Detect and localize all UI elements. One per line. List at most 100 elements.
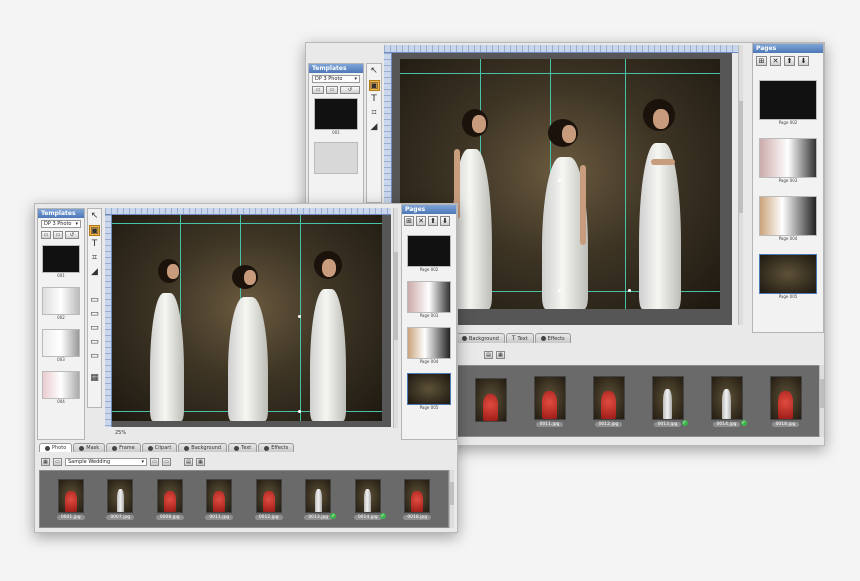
ruler-tool-icon[interactable]: ◢ <box>369 122 380 133</box>
photo-filename: 0008.jpg <box>155 514 184 520</box>
page-thumb[interactable]: Page 005 <box>407 373 451 410</box>
filmstrip-photo[interactable] <box>474 378 507 424</box>
resize-handle[interactable] <box>558 179 561 182</box>
tab-text[interactable]: T Text <box>505 333 534 343</box>
filmstrip-scrollbar[interactable] <box>449 470 454 528</box>
page-thumb[interactable]: Page 004 <box>759 196 817 241</box>
resize-handle[interactable] <box>298 410 301 413</box>
open-folder-icon[interactable]: ▭ <box>150 458 159 466</box>
ruler-tool-icon[interactable]: ◢ <box>89 267 100 278</box>
filmstrip-photo[interactable]: 0013.jpg ✓ <box>651 375 688 427</box>
move-down-icon[interactable]: ⬇ <box>440 216 450 226</box>
crop-tool-icon[interactable]: ⌗ <box>369 108 380 119</box>
print-icon[interactable]: ▤ <box>184 458 193 466</box>
delete-page-icon[interactable]: ✕ <box>770 56 781 66</box>
export-icon[interactable]: ▦ <box>496 351 505 359</box>
template-folder-button[interactable]: ▭ <box>41 231 51 239</box>
move-up-icon[interactable]: ⬆ <box>784 56 795 66</box>
tab-effects[interactable]: Effects <box>534 333 571 343</box>
tab-photo[interactable]: Photo <box>39 443 73 452</box>
page-thumb[interactable]: Page 003 <box>407 281 451 318</box>
layer-icon[interactable]: ▭ <box>89 295 100 306</box>
template-thumb[interactable]: 004 <box>42 371 80 404</box>
pointer-tool-icon[interactable]: ↖ <box>89 211 100 222</box>
template-folder-button[interactable]: ▭ <box>312 86 324 94</box>
grid-view-icon[interactable]: ▦ <box>41 458 50 466</box>
tab-label: Background <box>469 335 499 342</box>
image-tool-icon[interactable]: ▣ <box>89 225 100 236</box>
print-icon[interactable]: ▤ <box>484 351 493 359</box>
pointer-tool-icon[interactable]: ↖ <box>369 66 380 77</box>
page-list-back: Page 002 Page 003 Page 004 Page 005 <box>753 69 823 303</box>
horizontal-ruler-back <box>384 45 740 53</box>
tab-text[interactable]: Text <box>228 443 258 452</box>
filmstrip-photo[interactable]: 0011.jpg <box>205 478 234 520</box>
filmstrip-photo[interactable]: 0012.jpg <box>254 478 283 520</box>
crop-tool-icon[interactable]: ⌗ <box>89 253 100 264</box>
template-add-button[interactable]: ▭ <box>326 86 338 94</box>
image-tool-icon[interactable]: ▣ <box>368 80 380 91</box>
export-icon[interactable]: ▦ <box>196 458 205 466</box>
filmstrip-photo[interactable]: 0014.jpg ✓ <box>710 375 747 427</box>
text-tool-icon[interactable]: T <box>369 94 380 105</box>
layer-add-icon[interactable]: ▭ <box>89 309 100 320</box>
wedding-photo[interactable] <box>112 215 382 421</box>
template-thumb[interactable]: 002 <box>42 287 80 320</box>
page-thumb[interactable]: Page 002 <box>759 80 817 125</box>
template-link-button[interactable]: ↺ <box>340 86 360 94</box>
move-up-icon[interactable]: ⬆ <box>428 216 438 226</box>
template-select[interactable]: DP 3 Photo ▾ <box>41 220 81 228</box>
check-icon: ✓ <box>330 512 337 519</box>
template-thumb[interactable]: 001 <box>42 245 80 278</box>
new-page-icon[interactable]: ⊞ <box>756 56 767 66</box>
page-thumb[interactable]: Page 003 <box>759 138 817 183</box>
photo-thumbnail <box>710 375 743 420</box>
pages-toolbar: ⊞ ✕ ⬆ ⬇ <box>753 53 823 69</box>
resize-handle[interactable] <box>558 289 561 292</box>
filmstrip-photo[interactable]: 0007.jpg <box>106 478 135 520</box>
folder-icon[interactable]: ▭ <box>53 458 62 466</box>
move-down-icon[interactable]: ⬇ <box>798 56 809 66</box>
effects-icon <box>264 445 270 451</box>
template-thumb[interactable]: 003 <box>42 329 80 362</box>
filmstrip-photo[interactable]: 0018.jpg <box>403 478 432 520</box>
filmstrip-photo[interactable]: 0008.jpg <box>155 478 184 520</box>
new-page-icon[interactable]: ⊞ <box>404 216 414 226</box>
page-thumb[interactable]: Page 002 <box>407 235 451 272</box>
album-select[interactable]: Sample Wedding ▾ <box>65 458 147 466</box>
resize-handle[interactable] <box>298 315 301 318</box>
filmstrip-photo[interactable]: 0001.jpg <box>56 478 85 520</box>
filmstrip-photo[interactable]: 0018.jpg <box>769 375 802 427</box>
grid-icon[interactable]: ▦ <box>89 373 100 384</box>
canvas-scrollbar[interactable] <box>393 208 398 428</box>
filmstrip-photo[interactable]: 0014.jpg ✓ <box>353 478 386 520</box>
note-icon[interactable]: ▭ <box>89 351 100 362</box>
page-thumb[interactable]: Page 004 <box>407 327 451 364</box>
zoom-level[interactable]: 25% <box>115 430 126 436</box>
template-select[interactable]: DP 3 Photo ▾ <box>312 75 360 83</box>
tab-background[interactable]: Background <box>456 333 505 343</box>
layer-remove-icon[interactable]: ▭ <box>89 323 100 334</box>
tab-background[interactable]: Background <box>178 443 228 452</box>
tab-label: Clipart <box>154 445 172 451</box>
tab-clipart[interactable]: Clipart <box>141 443 178 452</box>
tab-frame[interactable]: Frame <box>106 443 141 452</box>
filmstrip-photo[interactable]: 0012.jpg <box>592 375 625 427</box>
tab-effects[interactable]: Effects <box>258 443 295 452</box>
add-photo-icon[interactable]: ▭ <box>162 458 171 466</box>
page-canvas[interactable] <box>112 215 391 427</box>
canvas-scrollbar-back[interactable] <box>738 45 743 325</box>
layer-order-icon[interactable]: ▭ <box>89 337 100 348</box>
filmstrip-photo[interactable]: 0013.jpg ✓ <box>304 478 337 520</box>
filmstrip-scrollbar-back[interactable] <box>819 365 824 437</box>
template-thumb[interactable] <box>314 142 358 174</box>
template-add-button[interactable]: ▭ <box>53 231 63 239</box>
text-tool-icon[interactable]: T <box>89 239 100 250</box>
template-thumb[interactable]: 001 <box>314 98 358 135</box>
filmstrip-photo[interactable]: 0011.jpg <box>533 375 566 427</box>
page-thumb[interactable]: Page 005 <box>759 254 817 299</box>
template-link-button[interactable]: ↺ <box>65 231 79 239</box>
tab-mask[interactable]: Mask <box>73 443 106 452</box>
delete-page-icon[interactable]: ✕ <box>416 216 426 226</box>
resize-handle[interactable] <box>628 289 631 292</box>
